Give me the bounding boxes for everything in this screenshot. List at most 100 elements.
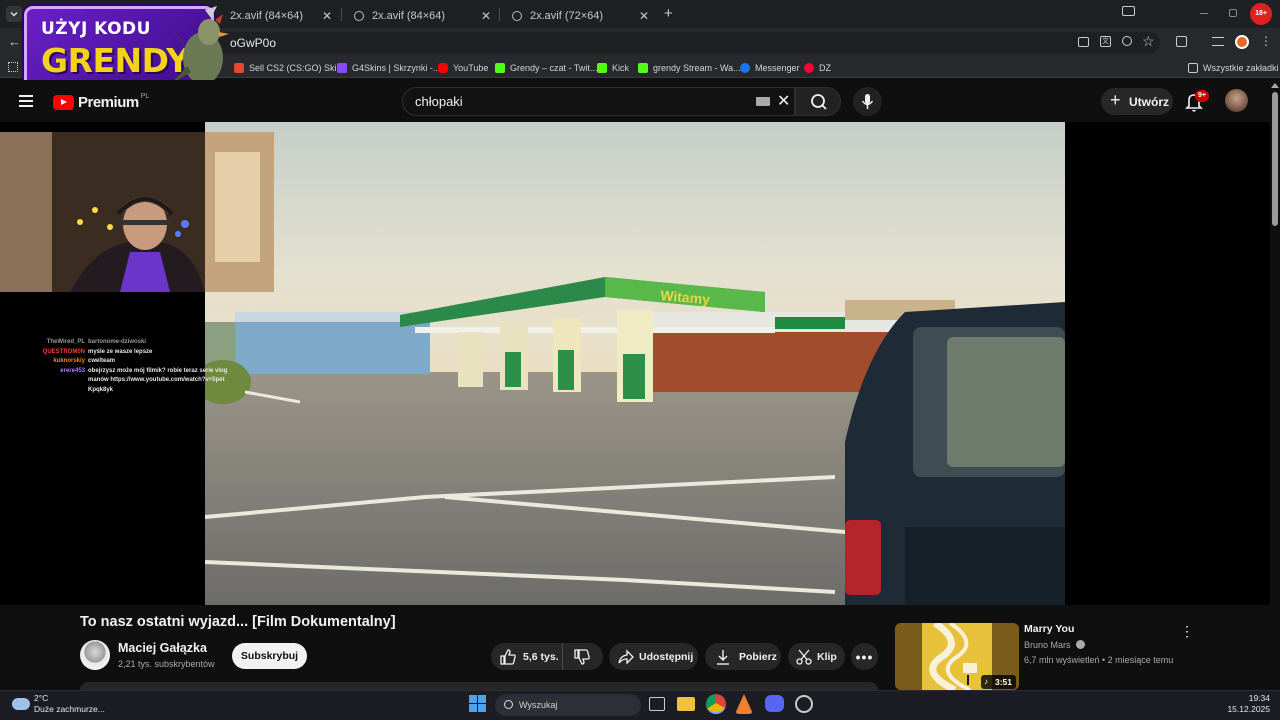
bookmark-7[interactable]: Messenger [740, 60, 800, 75]
tab-2-close-icon[interactable]: ✕ [481, 9, 491, 23]
download-button[interactable]: Pobierz [705, 643, 781, 670]
more-actions-button[interactable]: ••• [851, 643, 878, 670]
tab-list-icon[interactable] [6, 6, 22, 22]
hamburger-menu-icon[interactable] [19, 95, 33, 107]
like-button[interactable]: 5,6 tys. [491, 643, 563, 670]
thumbs-down-icon [574, 648, 590, 665]
channel-name[interactable]: Maciej Gałązka [118, 641, 207, 655]
download-icon [717, 649, 729, 665]
menu-kebab-icon[interactable]: ⋮ [1260, 34, 1272, 48]
clear-search-icon[interactable]: ✕ [777, 91, 790, 111]
install-app-icon[interactable] [1078, 37, 1089, 47]
scroll-up-icon[interactable] [1271, 83, 1279, 88]
search-button[interactable] [795, 87, 841, 116]
reading-list-icon[interactable] [1212, 37, 1224, 46]
new-tab-button[interactable]: + [664, 5, 673, 22]
file-explorer-icon[interactable] [677, 697, 695, 711]
video-player[interactable]: Witamy [205, 122, 1065, 605]
clock-time: 19:34 [1248, 693, 1270, 703]
bookmark-2-label: G4Skins | Skrzynki -... [352, 62, 441, 73]
recommended-video-meta: 6,7 mln wyświetleń • 2 miesiące temu [1024, 655, 1174, 665]
account-avatar[interactable] [1225, 89, 1248, 112]
back-arrow-icon[interactable]: ← [8, 34, 21, 49]
cloud-icon [12, 698, 30, 710]
recommendation-menu-icon[interactable]: ⋮ [1180, 623, 1194, 640]
chat-text: cwelteam [88, 358, 116, 364]
youtube-logo-text: Premium [78, 93, 139, 111]
tab-3-label: 2x.avif (72×64) [530, 9, 604, 22]
recommended-video-title[interactable]: Marry You [1024, 623, 1074, 635]
chat-username: TheWired_PL [46, 339, 85, 345]
apps-grid-icon[interactable] [8, 62, 18, 72]
task-view-icon[interactable] [649, 697, 665, 711]
discord-icon[interactable] [765, 695, 784, 712]
cast-icon[interactable] [1122, 6, 1135, 16]
chat-username: QUESTROM0N [42, 348, 85, 355]
bookmark-3[interactable]: YouTube [438, 60, 488, 75]
bookmark-1[interactable]: Sell CS2 (CS:GO) Ski... [234, 60, 344, 75]
create-button[interactable]: + Utwórz [1101, 88, 1173, 115]
zoom-icon[interactable] [1122, 36, 1132, 46]
share-label: Udostępnij [639, 650, 694, 663]
bookmark-6-label: grendy Stream - Wa... [653, 62, 741, 73]
music-note-icon: ♪ [984, 677, 988, 686]
chat-message: kuknorskiy cwelteam [30, 357, 240, 367]
bookmark-8-icon [804, 62, 814, 73]
plus-icon: + [1110, 90, 1121, 110]
bookmark-4[interactable]: Grendy – czat - Twit... [495, 60, 597, 75]
chrome-icon[interactable] [706, 694, 726, 714]
maximize-button[interactable] [1229, 9, 1237, 17]
subscribe-button[interactable]: Subskrybuj [232, 643, 307, 669]
promo-line-1: UŻYJ KODU [41, 19, 151, 39]
bookmark-5[interactable]: Kick [597, 60, 629, 75]
notifications-badge: 9+ [1195, 90, 1209, 102]
like-dislike-group: 5,6 tys. [491, 643, 603, 670]
bookmark-8[interactable]: DZ [804, 60, 831, 75]
subscriber-count: 2,21 tys. subskrybentów [118, 659, 215, 669]
tab-3-close-icon[interactable]: ✕ [639, 9, 649, 23]
clock-date: 15.12.2025 [1227, 704, 1270, 714]
dislike-button[interactable] [563, 648, 591, 666]
globe-icon [354, 10, 364, 21]
clip-label: Klip [817, 650, 837, 663]
steam-icon[interactable] [795, 695, 813, 713]
search-value: chłopaki [415, 94, 463, 109]
stream-chat-overlay: TheWired_PL bartonome-dziwoski QUESTROM0N… [30, 338, 240, 395]
taskbar-search[interactable]: Wyszukaj [495, 694, 641, 716]
clip-button[interactable]: Klip [788, 643, 845, 670]
channel-avatar[interactable] [80, 640, 110, 670]
weather-widget[interactable]: 2°C Duże zachmurze... [10, 693, 120, 717]
search-input[interactable]: chłopaki [402, 87, 795, 116]
translate-icon[interactable]: 文 [1100, 36, 1111, 47]
voice-search-button[interactable] [853, 87, 882, 116]
youtube-logo[interactable]: Premium PL [53, 92, 149, 112]
chat-text: obejrzysz może mój filmik? robie teraz s… [88, 367, 228, 393]
video-duration: ♪ 3:51 [981, 675, 1017, 689]
keyboard-icon[interactable] [756, 97, 770, 106]
profile-avatar[interactable] [1235, 35, 1249, 49]
extensions-icon[interactable] [1176, 36, 1187, 47]
bookmark-star-icon[interactable]: ☆ [1142, 33, 1155, 50]
chat-username: erere453 [60, 367, 85, 374]
toolbar-icons: 文 ☆ ⋮ [1078, 33, 1272, 50]
youtube-icon [438, 62, 448, 73]
youtube-play-icon [53, 94, 74, 110]
bookmark-2[interactable]: G4Skins | Skrzynki -... [337, 60, 440, 75]
tab-2[interactable]: 2x.avif (84×64) ✕ [344, 3, 499, 28]
close-window-button[interactable]: 18+ [1250, 3, 1272, 25]
share-button[interactable]: Udostępnij [609, 643, 698, 670]
more-horizontal-icon: ••• [855, 648, 874, 665]
minimize-button[interactable] [1200, 13, 1208, 14]
recommended-video-channel[interactable]: Bruno Mars [1024, 640, 1086, 650]
bookmark-8-label: DZ [819, 62, 831, 73]
all-bookmarks[interactable]: Wszystkie zakładki [1188, 60, 1279, 75]
video-title: To nasz ostatni wyjazd... [Film Dokument… [80, 614, 396, 630]
create-label: Utwórz [1129, 94, 1169, 109]
tab-1-close-icon[interactable]: ✕ [322, 9, 332, 23]
tab-3[interactable]: 2x.avif (72×64) ✕ [502, 3, 657, 28]
scrollbar-thumb[interactable] [1272, 92, 1278, 226]
clock[interactable]: 19:34 15.12.2025 [1220, 693, 1270, 715]
start-button[interactable] [469, 695, 486, 712]
thumbs-up-icon [500, 648, 516, 665]
bookmark-6[interactable]: grendy Stream - Wa... [638, 60, 741, 75]
